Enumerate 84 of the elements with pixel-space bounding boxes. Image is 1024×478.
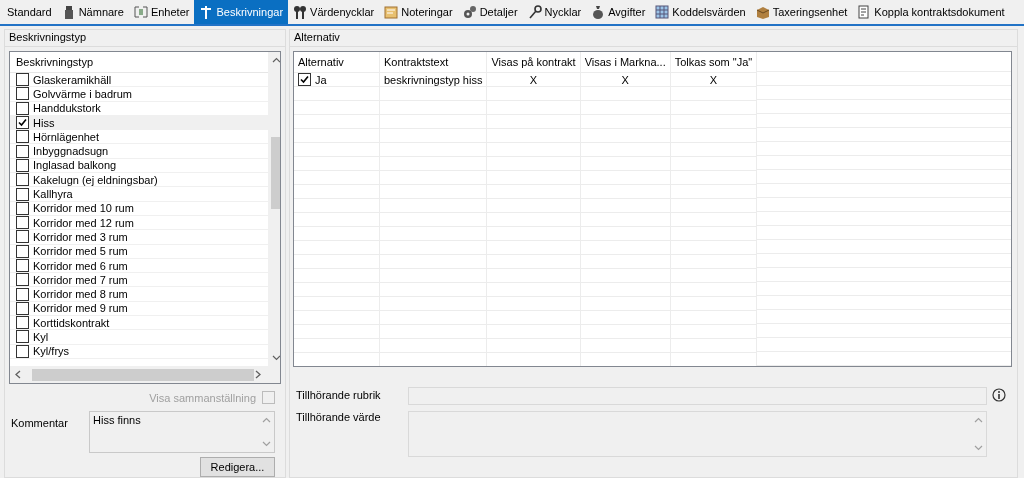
field-label: Tillhörande rubrik — [296, 388, 382, 401]
scroll-thumb[interactable] — [32, 368, 254, 381]
list-item[interactable]: Korridor med 10 rum — [10, 201, 268, 216]
list-item[interactable]: Kyl/frys — [10, 344, 268, 359]
group-title: Alternativ — [290, 30, 1017, 47]
field-label: Tillhörande värde — [296, 411, 382, 423]
tab[interactable]: Beskrivningar — [194, 0, 289, 24]
checkbox[interactable] — [16, 330, 29, 344]
checkbox[interactable] — [16, 230, 29, 244]
gears-icon — [462, 5, 477, 19]
key-pair-icon — [293, 5, 308, 19]
checkbox[interactable] — [16, 173, 29, 187]
checkbox[interactable] — [16, 259, 29, 272]
list-item[interactable]: Korridor med 5 rum — [10, 244, 268, 259]
checkbox[interactable] — [16, 101, 29, 115]
checkbox[interactable] — [16, 344, 29, 358]
tab[interactable]: Koppla kontraktsdokument — [852, 0, 1010, 24]
table-cell: X — [529, 73, 538, 86]
column-header[interactable]: Visas i Markna... — [580, 52, 671, 73]
list-item[interactable]: Handdukstork — [10, 101, 268, 116]
tab[interactable]: Avgifter — [586, 0, 651, 24]
list-item[interactable]: Hörnlägenhet — [10, 130, 268, 145]
tab[interactable]: Detaljer — [457, 0, 523, 24]
tab[interactable]: Standard — [2, 0, 57, 24]
checkbox[interactable] — [16, 116, 29, 130]
list-item[interactable]: Kyl — [10, 330, 268, 345]
checkbox[interactable] — [16, 130, 29, 144]
checkbox[interactable] — [16, 287, 29, 301]
table-cell: beskrivningstyp hiss — [384, 73, 483, 86]
checkbox[interactable] — [16, 244, 29, 258]
checkbox[interactable] — [16, 187, 29, 201]
column-header[interactable]: Visas på kontrakt — [486, 52, 581, 73]
units-icon — [133, 5, 148, 19]
tab[interactable]: Taxeringsenhet — [750, 0, 853, 24]
list-item[interactable]: Korridor med 7 rum — [10, 273, 268, 288]
group-title: Beskrivningstyp — [5, 30, 285, 47]
money-bag-icon — [591, 5, 606, 19]
list-item[interactable]: Korridor med 6 rum — [10, 258, 268, 274]
scrollbar[interactable] — [268, 52, 280, 367]
checkbox[interactable] — [16, 273, 29, 287]
checkbox[interactable] — [16, 73, 29, 87]
tab[interactable]: Noteringar — [379, 0, 458, 24]
list-item[interactable]: Korridor med 8 rum — [10, 287, 268, 302]
list-item[interactable]: Korridor med 9 rum — [10, 301, 268, 317]
checkbox[interactable] — [16, 87, 29, 101]
column-header[interactable]: Tolkas som "Ja" — [670, 52, 757, 73]
checkbox[interactable] — [16, 316, 29, 330]
list-item[interactable]: Inbyggnadsugn — [10, 144, 268, 159]
info-icon[interactable] — [992, 388, 1006, 402]
table-cell: Ja — [315, 73, 327, 86]
checkbox[interactable] — [298, 73, 311, 86]
notes-icon — [384, 5, 399, 19]
scrollbar[interactable] — [10, 366, 268, 384]
list-item[interactable]: Golvvärme i badrum — [10, 87, 268, 102]
column-header[interactable]: Kontraktstext — [379, 52, 487, 73]
checkbox[interactable] — [16, 144, 29, 158]
checkbox[interactable] — [16, 301, 29, 315]
key-icon — [527, 5, 542, 19]
column-header[interactable]: Alternativ — [294, 52, 380, 73]
checkbox[interactable] — [16, 216, 29, 230]
signpost-icon — [199, 5, 214, 19]
list-item[interactable]: Inglasad balkong — [10, 158, 268, 174]
list-item[interactable]: Korridor med 3 rum — [10, 230, 268, 245]
tab[interactable]: Värdenycklar — [288, 0, 380, 24]
tab[interactable]: Enheter — [128, 0, 195, 24]
checkbox[interactable] — [16, 158, 29, 172]
document-icon — [857, 5, 872, 19]
box-icon — [755, 5, 770, 19]
list-item[interactable]: Korttidskontrakt — [10, 316, 268, 331]
edit-button[interactable]: Redigera... — [200, 457, 275, 477]
table-icon — [655, 5, 670, 19]
checkbox[interactable] — [16, 201, 29, 215]
table-cell: X — [621, 73, 629, 86]
list-item[interactable]: Kakelugn (ej eldningsbar) — [10, 173, 268, 188]
field-label: Kommentar — [11, 416, 69, 432]
checkbox-label: Visa sammanställning — [149, 391, 256, 404]
tab[interactable]: Koddelsvärden — [650, 0, 751, 24]
list-item[interactable]: Korridor med 12 rum — [10, 215, 268, 231]
table-cell: X — [709, 73, 718, 86]
list-item[interactable]: Glaskeramikhäll — [10, 73, 268, 88]
tab[interactable]: Nämnare — [56, 0, 129, 24]
scroll-thumb[interactable] — [270, 137, 280, 209]
list-item[interactable]: Kallhyra — [10, 187, 268, 202]
tab[interactable]: Nycklar — [522, 0, 587, 24]
